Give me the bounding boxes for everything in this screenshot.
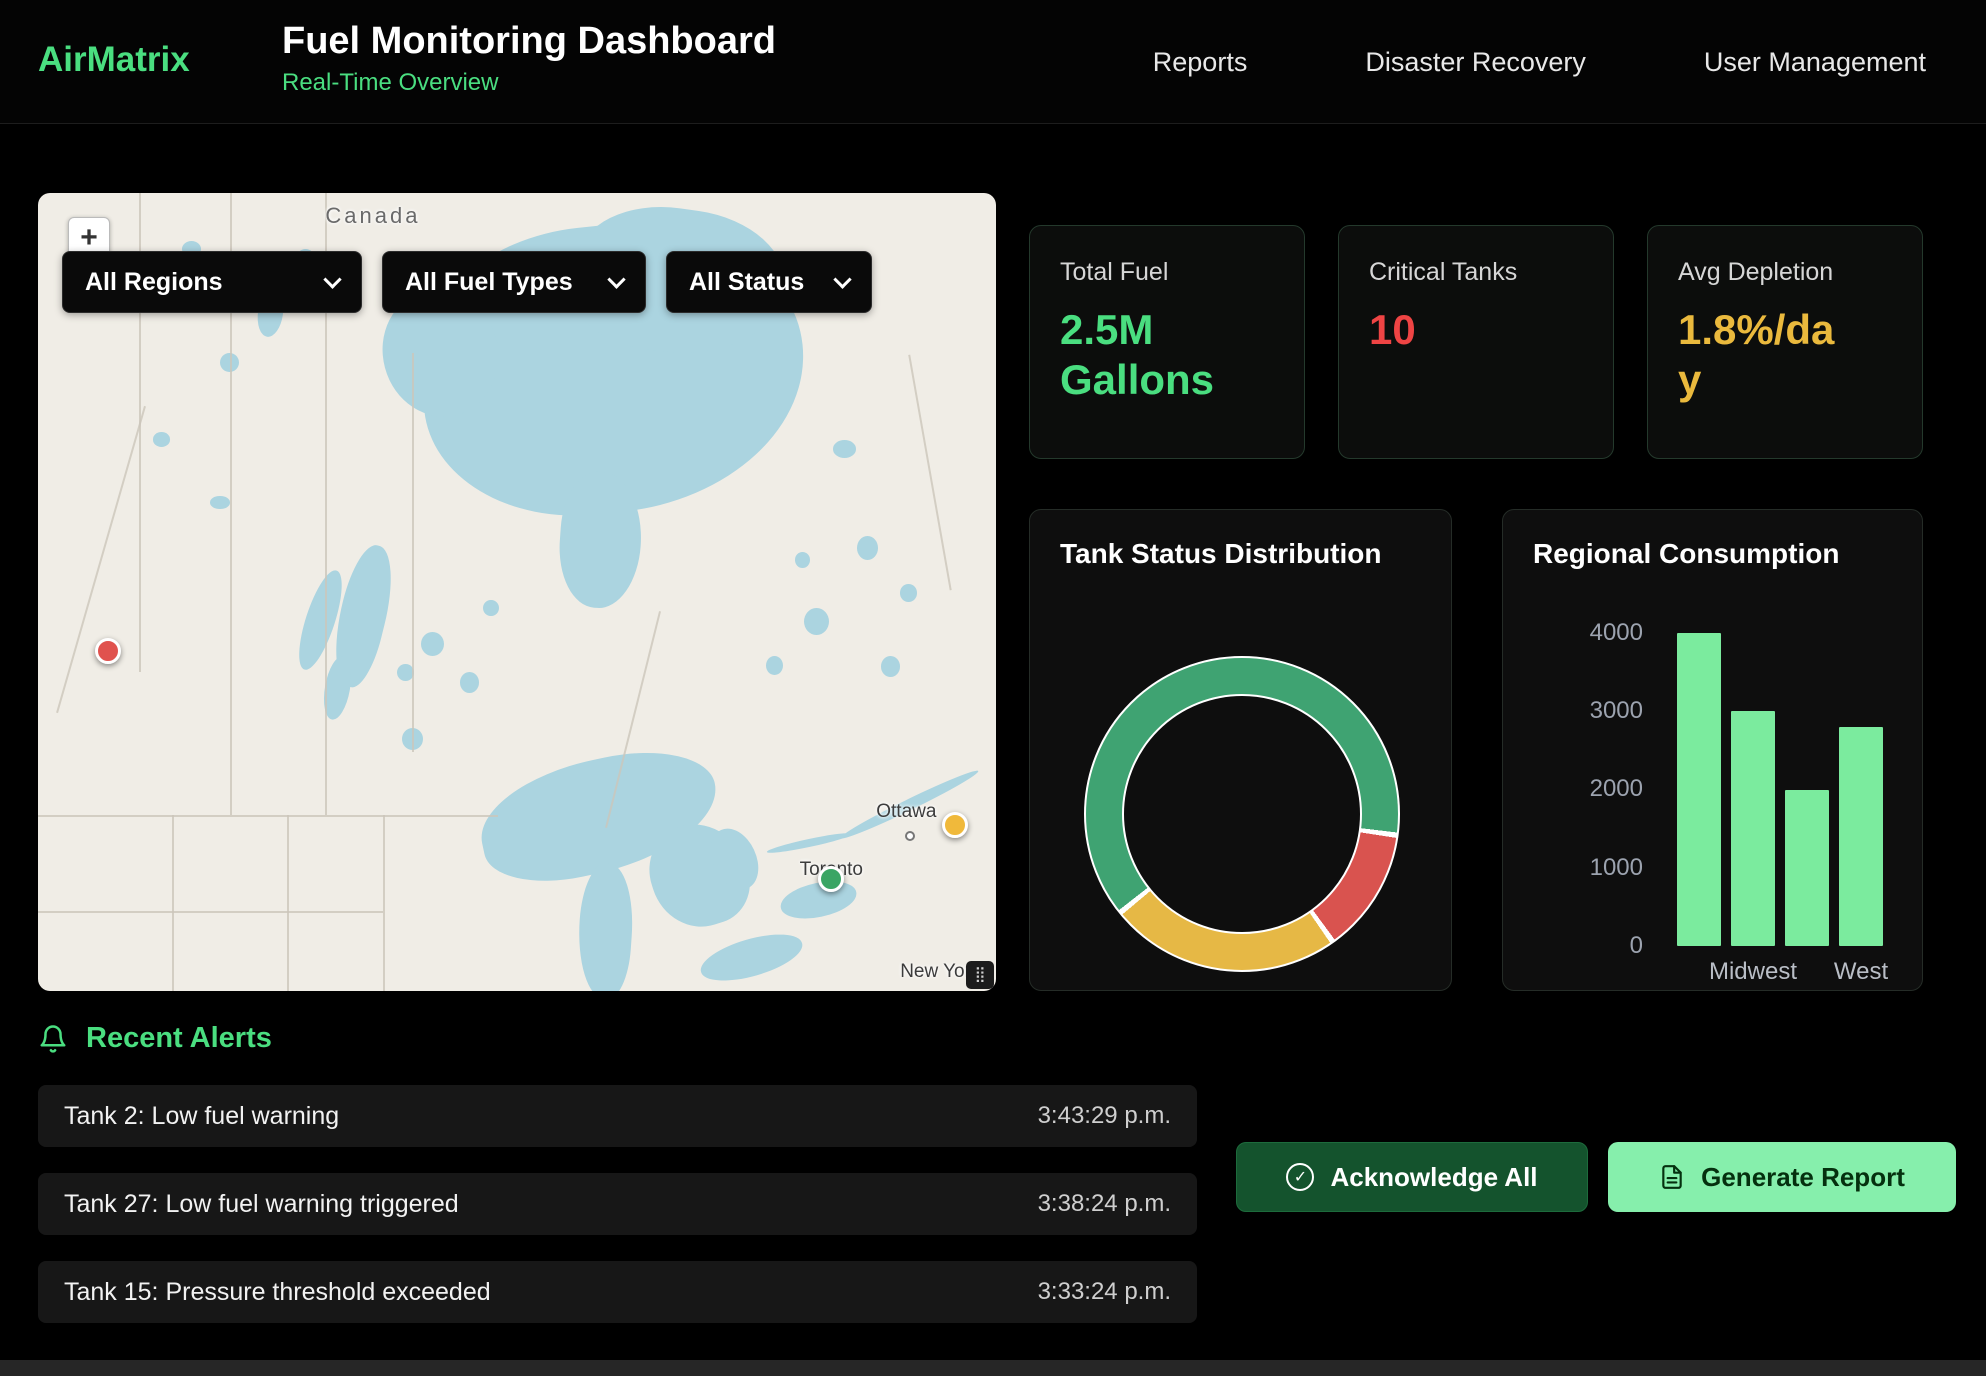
nav-disaster-recovery[interactable]: Disaster Recovery	[1365, 47, 1586, 78]
acknowledge-all-button[interactable]: ✓ Acknowledge All	[1236, 1142, 1588, 1212]
acknowledge-all-label: Acknowledge All	[1330, 1162, 1537, 1193]
bar	[1677, 633, 1721, 946]
app: AirMatrix Fuel Monitoring Dashboard Real…	[0, 0, 1986, 1376]
tank-status-card: Tank Status Distribution	[1029, 509, 1452, 991]
regional-consumption-card: Regional Consumption 4000 3000 2000 1000…	[1502, 509, 1923, 991]
brand-logo: AirMatrix	[38, 40, 190, 80]
y-tick: 1000	[1543, 854, 1643, 882]
alert-row[interactable]: Tank 27: Low fuel warning triggered 3:38…	[38, 1173, 1197, 1235]
bell-icon	[38, 1024, 68, 1054]
alert-row[interactable]: Tank 15: Pressure threshold exceeded 3:3…	[38, 1261, 1197, 1323]
alert-message: Tank 27: Low fuel warning triggered	[64, 1190, 459, 1219]
alert-time: 3:38:24 p.m.	[1038, 1190, 1171, 1218]
marker-west-critical[interactable]	[95, 638, 121, 664]
chevron-down-icon	[323, 270, 341, 288]
alerts-title: Recent Alerts	[86, 1022, 272, 1055]
donut-hole	[1122, 694, 1362, 934]
stat-value: 10	[1369, 305, 1544, 355]
bar	[1839, 727, 1883, 946]
page-subtitle: Real-Time Overview	[282, 69, 776, 97]
bar-chart[interactable]: 4000 3000 2000 1000 0 Midwest West	[1503, 510, 1922, 990]
marker-ottawa-warning[interactable]	[942, 812, 968, 838]
alert-row[interactable]: Tank 2: Low fuel warning 3:43:29 p.m.	[38, 1085, 1197, 1147]
check-circle-icon: ✓	[1286, 1163, 1314, 1191]
bar	[1731, 711, 1775, 946]
y-tick: 3000	[1543, 697, 1643, 725]
alert-time: 3:33:24 p.m.	[1038, 1278, 1171, 1306]
y-tick: 0	[1543, 932, 1643, 960]
generate-report-button[interactable]: Generate Report	[1608, 1142, 1956, 1212]
alerts-header: Recent Alerts	[38, 1022, 272, 1055]
alert-time: 3:43:29 p.m.	[1038, 1102, 1171, 1130]
region-filter-label: All Regions	[85, 268, 223, 297]
main-nav: Reports Disaster Recovery User Managemen…	[1153, 0, 1926, 124]
page-title: Fuel Monitoring Dashboard	[282, 20, 776, 63]
status-filter-dropdown[interactable]: All Status	[666, 251, 872, 313]
y-tick: 4000	[1543, 619, 1643, 647]
alert-message: Tank 15: Pressure threshold exceeded	[64, 1278, 491, 1307]
stat-value: 2.5M Gallons	[1060, 305, 1235, 406]
nav-user-management[interactable]: User Management	[1704, 47, 1926, 78]
y-tick: 2000	[1543, 775, 1643, 803]
x-tick-west: West	[1791, 958, 1931, 986]
region-filter-dropdown[interactable]: All Regions	[62, 251, 362, 313]
donut-chart[interactable]	[1084, 656, 1400, 972]
marker-toronto-normal[interactable]	[818, 866, 844, 892]
footer-bar	[0, 1360, 1986, 1376]
chart-title: Tank Status Distribution	[1060, 538, 1382, 570]
title-block: Fuel Monitoring Dashboard Real-Time Over…	[282, 20, 776, 97]
map-filters: All Regions All Fuel Types All Status	[62, 251, 872, 313]
stat-value: 1.8%/day	[1678, 305, 1853, 406]
generate-report-label: Generate Report	[1701, 1162, 1905, 1193]
nav-reports[interactable]: Reports	[1153, 47, 1248, 78]
chevron-down-icon	[833, 270, 851, 288]
stat-card-avg-depletion: Avg Depletion 1.8%/day	[1647, 225, 1923, 459]
fuel-type-filter-dropdown[interactable]: All Fuel Types	[382, 251, 646, 313]
header: AirMatrix Fuel Monitoring Dashboard Real…	[0, 0, 1986, 124]
bar-series	[1677, 633, 1907, 946]
stat-card-total-fuel: Total Fuel 2.5M Gallons	[1029, 225, 1305, 459]
bar	[1785, 790, 1829, 947]
stat-label: Critical Tanks	[1369, 258, 1583, 287]
stat-label: Total Fuel	[1060, 258, 1274, 287]
fuel-type-filter-label: All Fuel Types	[405, 268, 573, 297]
status-filter-label: All Status	[689, 268, 804, 297]
document-icon	[1659, 1164, 1685, 1190]
stat-label: Avg Depletion	[1678, 258, 1892, 287]
chevron-down-icon	[607, 270, 625, 288]
stat-card-critical-tanks: Critical Tanks 10	[1338, 225, 1614, 459]
map-panel[interactable]: Canada Ottawa Toronto New York + All Reg…	[38, 193, 996, 991]
alert-message: Tank 2: Low fuel warning	[64, 1102, 339, 1131]
resize-handle-icon[interactable]: ⣿	[966, 961, 994, 989]
